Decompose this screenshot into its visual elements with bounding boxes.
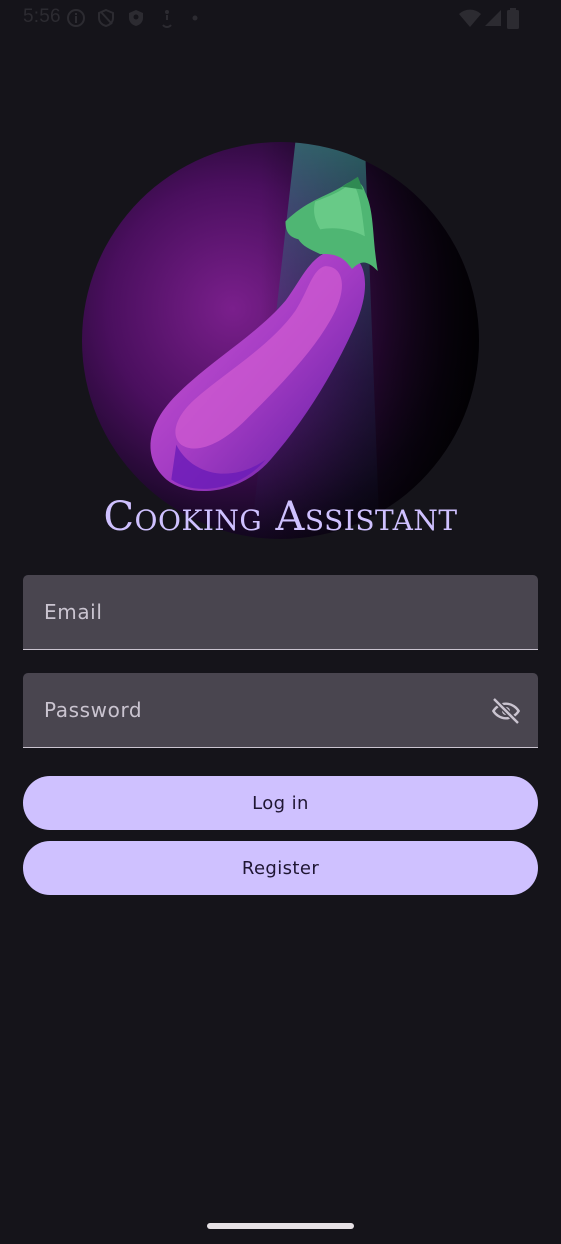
no-entry-icon (98, 8, 114, 28)
email-field[interactable] (23, 575, 538, 650)
password-field[interactable] (23, 673, 538, 748)
battery-icon (507, 8, 519, 29)
wifi-icon (459, 9, 481, 27)
gesture-navigation-bar[interactable] (207, 1223, 354, 1229)
register-button[interactable]: Register (23, 841, 538, 895)
dot-icon (192, 15, 198, 21)
app-title: Cooking Assistant (103, 494, 458, 540)
eggplant-logo (82, 142, 479, 539)
signal-icon (485, 10, 501, 26)
eye-off-icon[interactable] (490, 695, 522, 727)
login-button[interactable]: Log in (23, 776, 538, 830)
info-icon (67, 9, 85, 27)
status-time: 5:56 (23, 6, 61, 27)
shield-icon (129, 10, 143, 26)
status-bar: 5:56 (0, 0, 561, 36)
password-input[interactable] (23, 673, 538, 747)
accessibility-icon (162, 10, 172, 28)
email-input[interactable] (23, 575, 538, 649)
